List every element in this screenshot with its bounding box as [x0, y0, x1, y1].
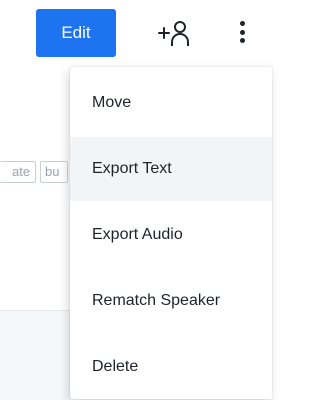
background-panel [0, 311, 70, 400]
menu-item-export-text[interactable]: Export Text [70, 137, 272, 201]
tag-chip: bu [40, 161, 68, 183]
edit-button[interactable]: Edit [36, 9, 116, 57]
menu-item-rematch-speaker[interactable]: Rematch Speaker [70, 269, 272, 333]
menu-item-move[interactable]: Move [70, 71, 272, 135]
add-user-icon[interactable] [156, 18, 190, 48]
more-vertical-icon[interactable] [232, 17, 252, 47]
menu-item-export-audio[interactable]: Export Audio [70, 203, 272, 267]
tag-chip: ate [0, 161, 36, 183]
context-menu: Move Export Text Export Audio Rematch Sp… [70, 67, 272, 399]
menu-item-delete[interactable]: Delete [70, 335, 272, 399]
